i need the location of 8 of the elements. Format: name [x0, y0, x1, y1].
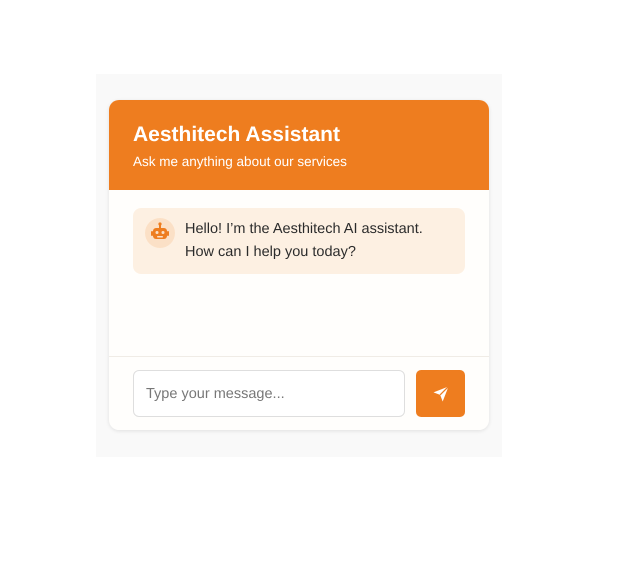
header-subtitle: Ask me anything about our services [133, 153, 347, 171]
message-text: Hello! I’m the Aesthitech AI assistant. [185, 220, 423, 239]
send-button[interactable] [416, 370, 465, 417]
message-input[interactable]: Type your message... [133, 370, 405, 417]
send-icon [430, 384, 450, 404]
header-title: Aesthitech Assistant [133, 122, 340, 148]
message-text: How can I help you today? [185, 243, 357, 262]
robot-icon [145, 218, 175, 248]
